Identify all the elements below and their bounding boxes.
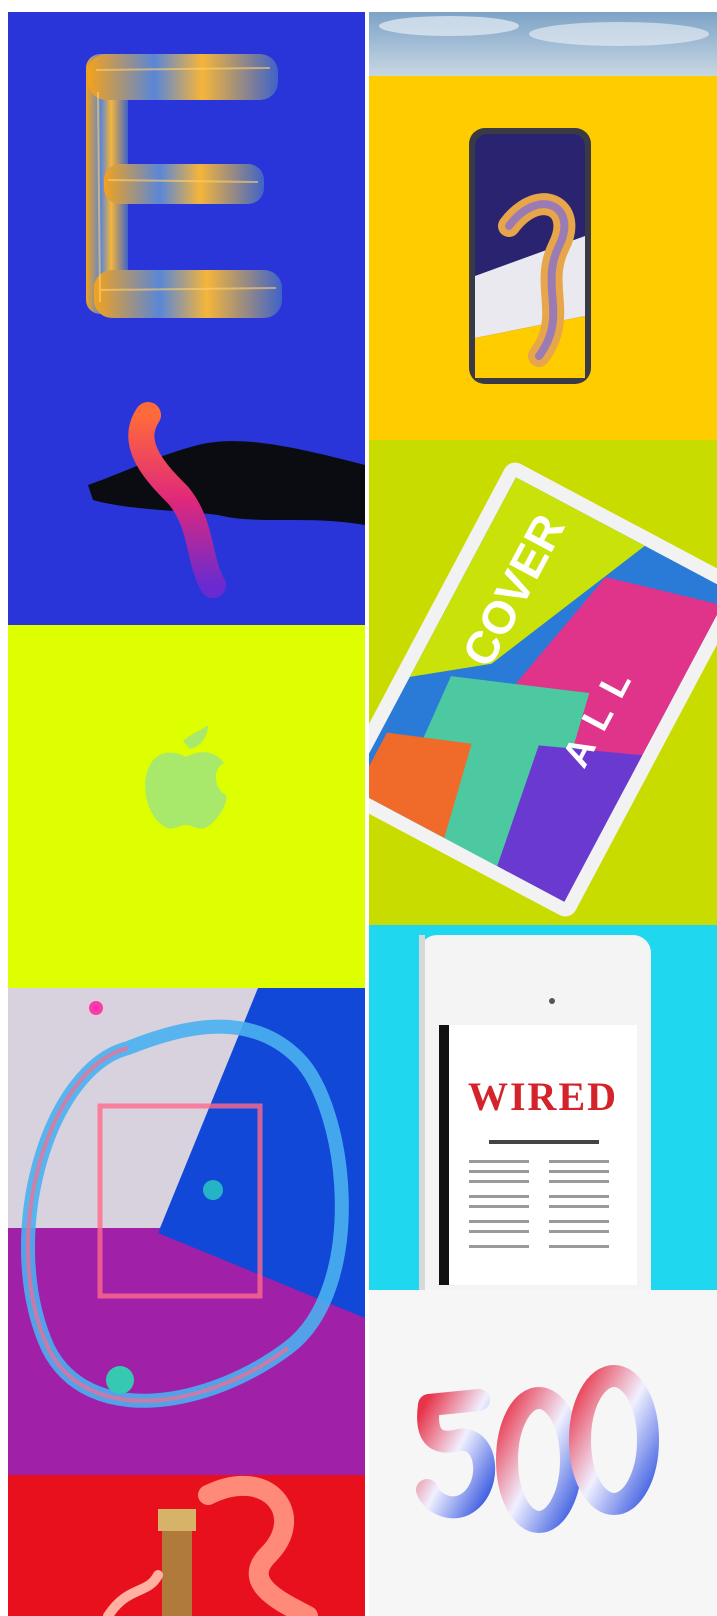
number-500-image xyxy=(416,1365,659,1533)
tile-tablet-cover-all[interactable]: COVER ALL xyxy=(369,440,717,925)
tile-apple-logo[interactable] xyxy=(8,625,365,988)
phone-mockup-image xyxy=(469,128,591,384)
ipad-wired-image: WIRED xyxy=(419,935,651,1290)
tile-number-500[interactable] xyxy=(369,1290,717,1616)
tile-sky-strip[interactable] xyxy=(369,12,717,76)
bottle-paint-image xyxy=(103,1475,318,1616)
tile-brush-letter-e[interactable] xyxy=(8,12,365,385)
tile-bottle-paint[interactable] xyxy=(8,1475,365,1616)
tile-ipad-wired[interactable]: WIRED xyxy=(369,925,717,1290)
tile-paint-ring[interactable] xyxy=(8,988,365,1475)
tablet-cover-image: COVER ALL xyxy=(369,462,717,917)
tile-phone-mockup[interactable] xyxy=(369,76,717,440)
tile-hand-silhouette[interactable] xyxy=(8,385,365,625)
hand-paint-image xyxy=(88,402,365,598)
sky-clouds-image xyxy=(379,16,709,46)
wired-masthead: WIRED xyxy=(468,1074,618,1119)
paint-ring-image xyxy=(8,988,365,1475)
brush-letter-e-illustration xyxy=(86,54,282,318)
apple-icon xyxy=(145,725,227,829)
